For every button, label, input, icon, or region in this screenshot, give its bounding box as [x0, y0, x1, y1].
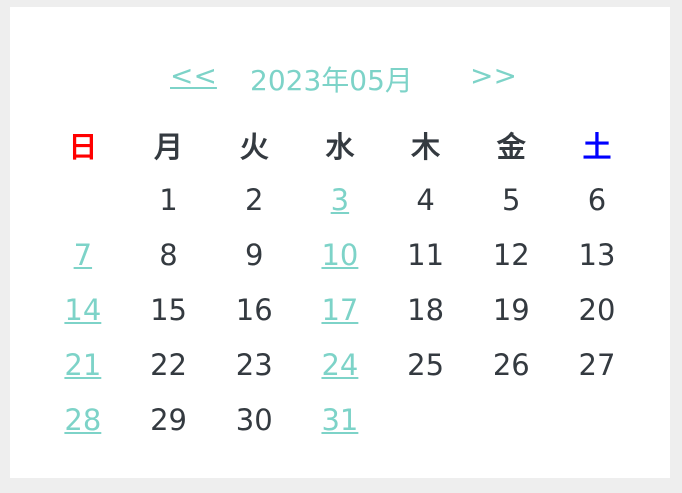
weekday-friday: 金: [496, 129, 526, 164]
day-cell: 22: [150, 347, 187, 382]
day-cell: 2: [244, 182, 264, 217]
day-cell: 20: [578, 292, 616, 327]
day-cell: 6: [587, 182, 607, 217]
day-cell: 4: [416, 182, 435, 217]
day-cell: 8: [159, 237, 178, 272]
month-navigation: << 2023年05月 >>: [10, 59, 670, 99]
day-cell: 19: [492, 292, 530, 327]
day-link[interactable]: 21: [40, 348, 126, 382]
day-cell: 9: [244, 237, 264, 272]
day-link[interactable]: 7: [40, 238, 126, 272]
day-cell: 15: [150, 292, 187, 327]
weekday-monday: 月: [154, 129, 184, 164]
next-month-link[interactable]: >>: [470, 59, 517, 92]
day-cell: 12: [492, 237, 530, 272]
day-link[interactable]: 31: [297, 403, 383, 437]
weekday-thursday: 木: [411, 129, 441, 164]
day-cell: 26: [492, 347, 530, 382]
day-link[interactable]: 14: [40, 293, 126, 327]
day-cell: 16: [235, 292, 273, 327]
day-link[interactable]: 3: [297, 183, 383, 217]
day-cell: 27: [578, 347, 616, 382]
weekday-wednesday: 水: [325, 129, 355, 164]
day-cell: 23: [235, 347, 273, 382]
weekday-tuesday: 火: [239, 129, 269, 164]
weekday-sunday: 日: [68, 129, 98, 164]
day-cell: 25: [407, 347, 445, 382]
day-cell: 1: [159, 182, 178, 217]
day-link[interactable]: 17: [297, 293, 383, 327]
weekday-header: 日 月 火 水 木 金 土: [40, 117, 640, 172]
day-cell: 13: [578, 237, 616, 272]
day-cell: 29: [150, 402, 187, 437]
day-cell: 18: [407, 292, 445, 327]
weekday-saturday: 土: [582, 129, 612, 164]
week-row: 21 22 23 24 25 26 27: [40, 337, 640, 392]
day-link[interactable]: 28: [40, 403, 126, 437]
week-row: 28 29 30 31: [40, 392, 640, 447]
week-row: 7 8 9 10 11 12 13: [40, 227, 640, 282]
month-title: 2023年05月: [250, 64, 413, 97]
day-cell: 11: [407, 237, 445, 272]
day-cell: 30: [235, 402, 273, 437]
day-link[interactable]: 24: [297, 348, 383, 382]
calendar-card: << 2023年05月 >> 日 月 火 水 木 金 土 1 2 3 4 5 6…: [10, 7, 670, 478]
day-cell: 5: [502, 182, 521, 217]
calendar-grid: 日 月 火 水 木 金 土 1 2 3 4 5 6 7 8 9 10 11 12…: [40, 117, 640, 447]
prev-month-link[interactable]: <<: [170, 59, 217, 92]
day-link[interactable]: 10: [297, 238, 383, 272]
week-row: 1 2 3 4 5 6: [40, 172, 640, 227]
week-row: 14 15 16 17 18 19 20: [40, 282, 640, 337]
